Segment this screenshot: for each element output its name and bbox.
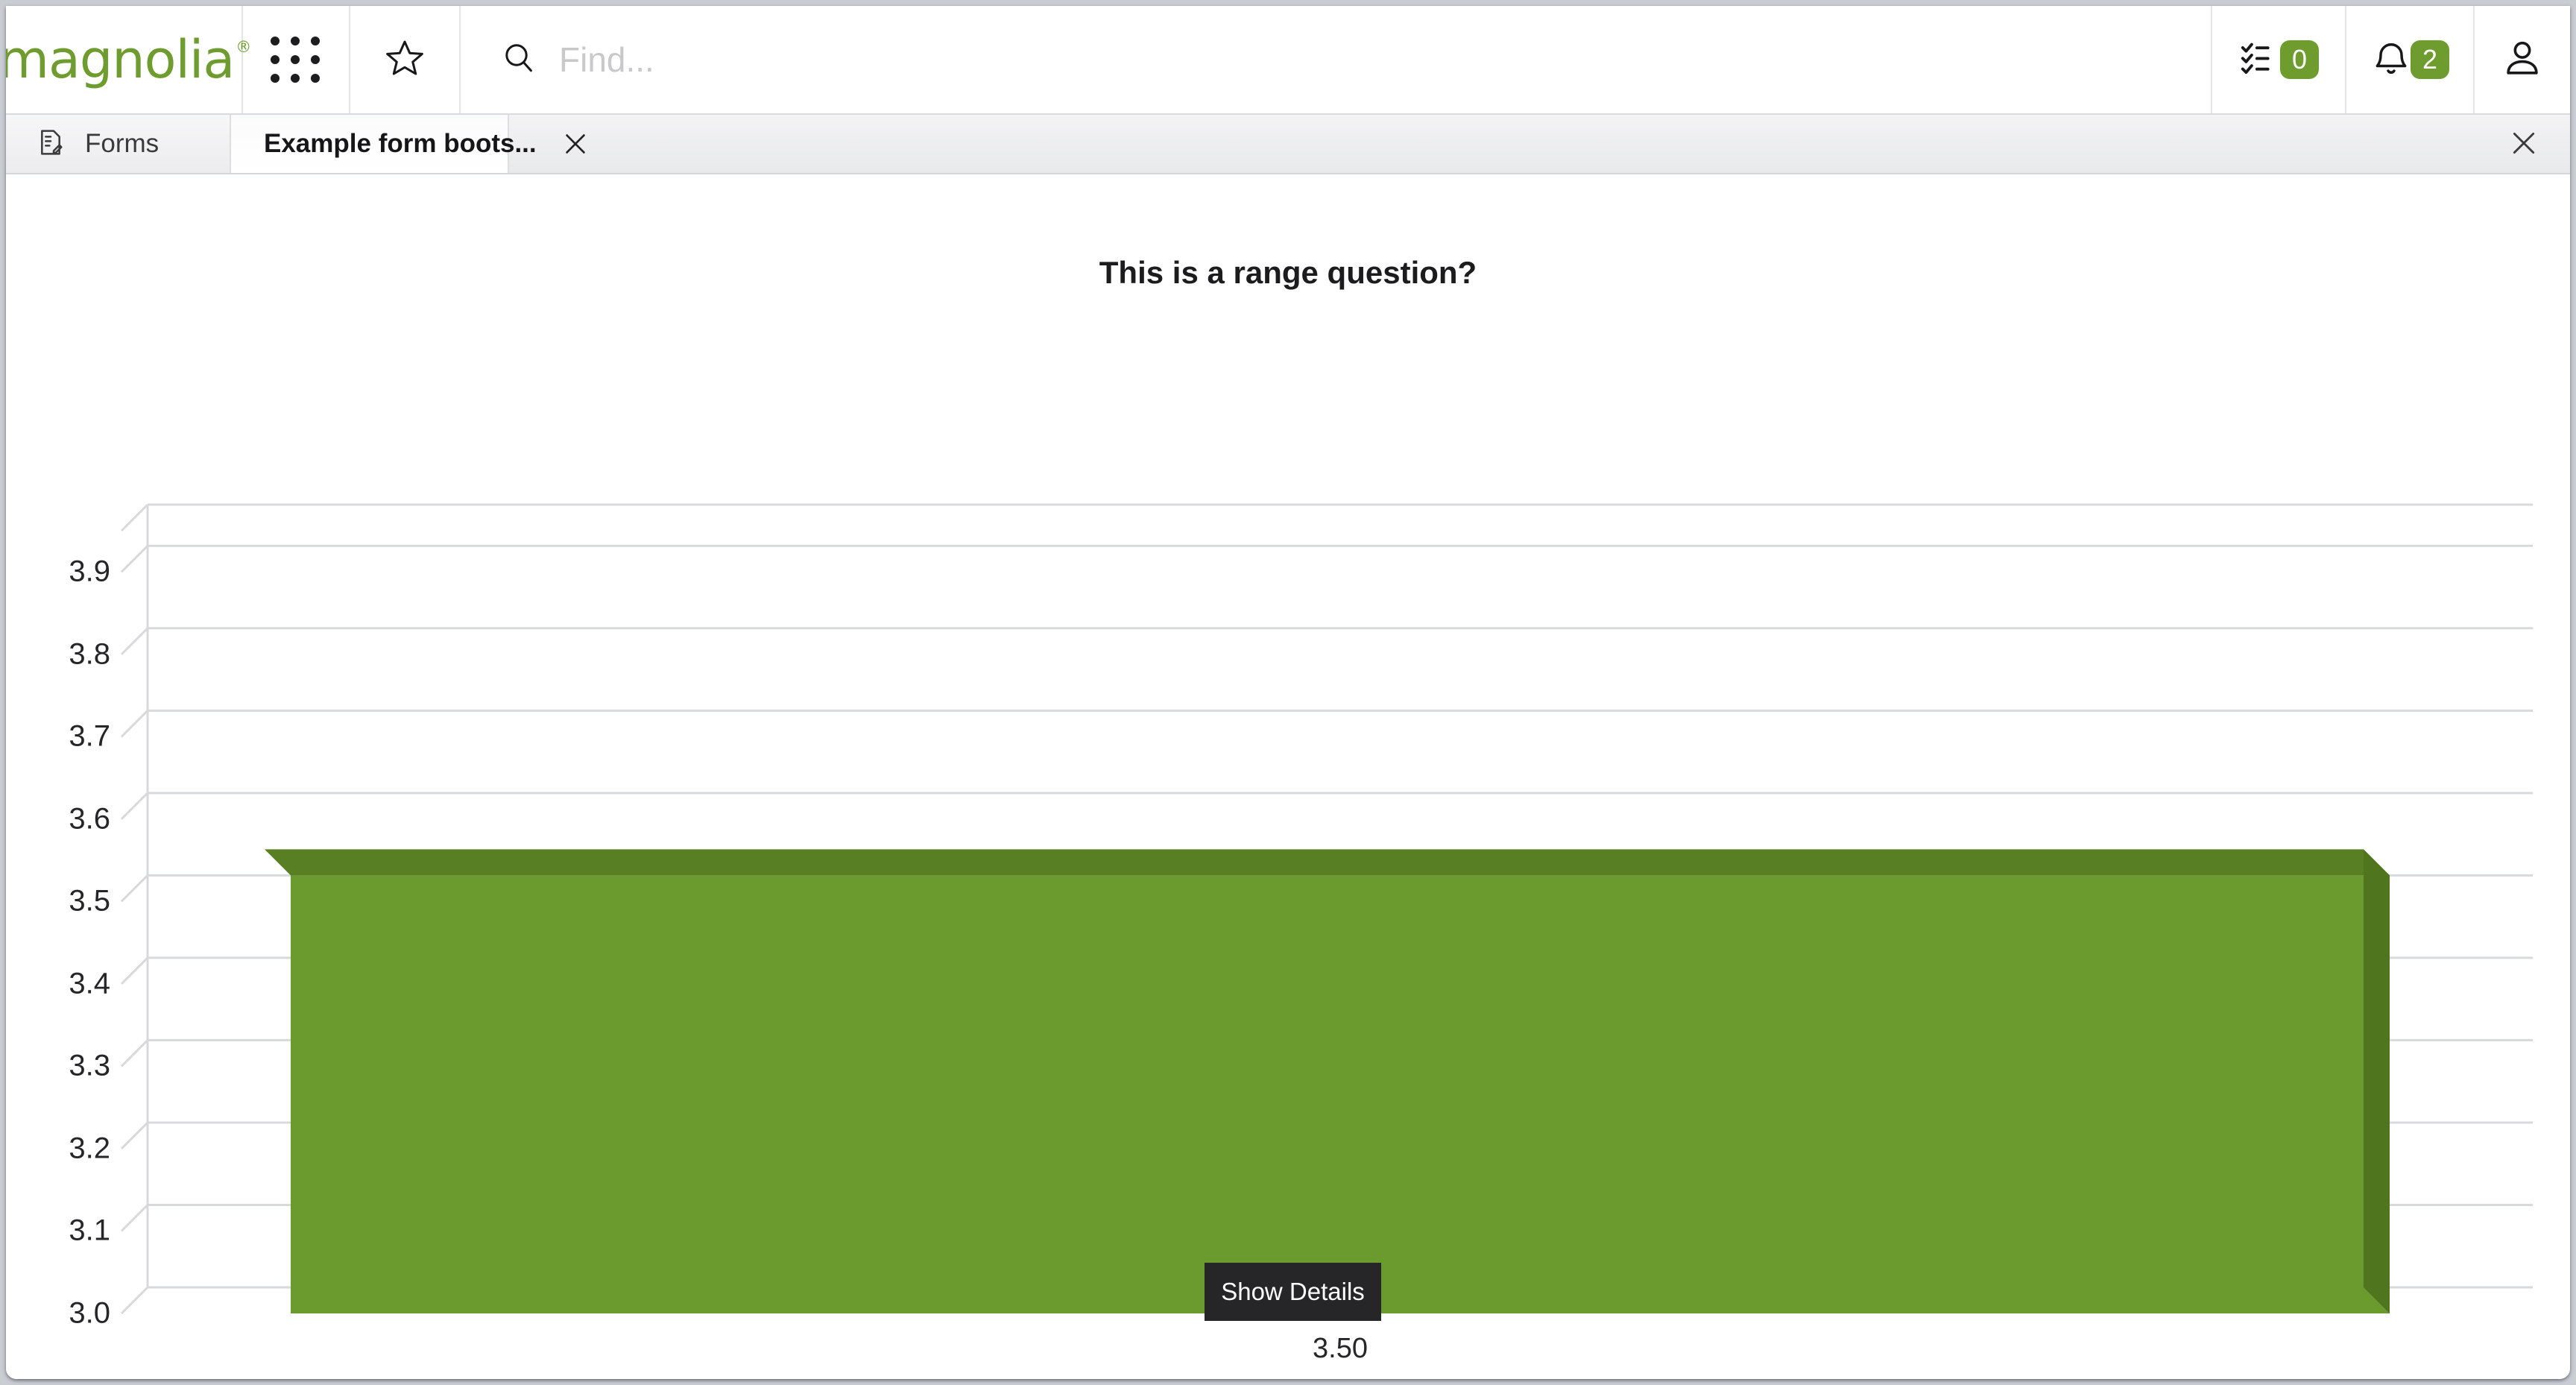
x-axis-category-label: 3.50 <box>1313 1333 1368 1364</box>
y-axis-tick-label: 3.4 <box>69 967 110 1000</box>
user-icon <box>2501 37 2544 83</box>
tasks-badge: 0 <box>2280 40 2319 79</box>
chart-canvas <box>120 503 2533 1315</box>
bell-icon <box>2370 37 2412 83</box>
close-icon <box>2509 128 2539 162</box>
browser-window: magnolia® Find... 0 2 Forms Example form… <box>6 6 2570 1379</box>
y-axis-tick-label: 3.3 <box>69 1049 110 1082</box>
search-icon <box>501 40 537 80</box>
logo-text: magnolia® <box>6 29 251 90</box>
y-axis-tick-label: 3.6 <box>69 802 110 836</box>
tab-forms-label: Forms <box>85 129 160 158</box>
show-details-button[interactable]: Show Details <box>1205 1263 1381 1321</box>
app-header: magnolia® Find... 0 2 <box>6 6 2570 115</box>
main-content: This is a range question? 3.0 3.1 3.2 3.3 3.… <box>6 174 2570 1379</box>
bar-front-face <box>291 875 2390 1313</box>
magnolia-logo[interactable]: magnolia® <box>6 6 251 113</box>
notifications-badge: 2 <box>2411 40 2449 79</box>
y-axis-tick-label: 3.2 <box>69 1132 110 1165</box>
y-axis-tick-label: 3.9 <box>69 555 110 588</box>
range-question-bar-chart: 3.0 3.1 3.2 3.3 3.4 3.5 3.6 3.7 3.8 3.9 3.50 <box>6 174 2570 1379</box>
tab-example-form[interactable]: Example form boots... <box>231 115 585 173</box>
bar-top-face <box>265 849 2390 876</box>
checklist-icon <box>2238 37 2282 83</box>
bar-side-face <box>2364 849 2390 1313</box>
screenshot-root: magnolia® Find... 0 2 Forms Example form… <box>0 0 2576 1385</box>
form-document-icon <box>36 127 66 161</box>
tab-bar: Forms Example form boots... <box>6 115 2570 174</box>
y-axis-tick-label: 3.1 <box>69 1214 110 1247</box>
close-all-tabs-button[interactable] <box>2504 125 2543 164</box>
favorites-button[interactable] <box>350 6 461 113</box>
search-input[interactable] <box>558 39 1977 81</box>
y-axis-tick-label: 3.5 <box>69 884 110 918</box>
tab-forms[interactable]: Forms <box>6 115 231 173</box>
star-icon <box>384 37 426 83</box>
tab-example-form-label: Example form boots... <box>264 129 537 158</box>
y-axis-tick-label: 3.7 <box>69 719 110 753</box>
apps-launcher-button[interactable] <box>243 6 350 113</box>
notifications-button[interactable]: 2 <box>2346 6 2475 113</box>
user-menu-button[interactable] <box>2475 6 2570 113</box>
tab-close-icon[interactable] <box>562 127 589 161</box>
apps-grid-icon <box>271 37 321 83</box>
y-axis-tick-label: 3.0 <box>69 1296 110 1330</box>
search-bar[interactable] <box>461 6 2212 113</box>
tasks-button[interactable]: 0 <box>2212 6 2346 113</box>
y-axis-tick-label: 3.8 <box>69 637 110 671</box>
